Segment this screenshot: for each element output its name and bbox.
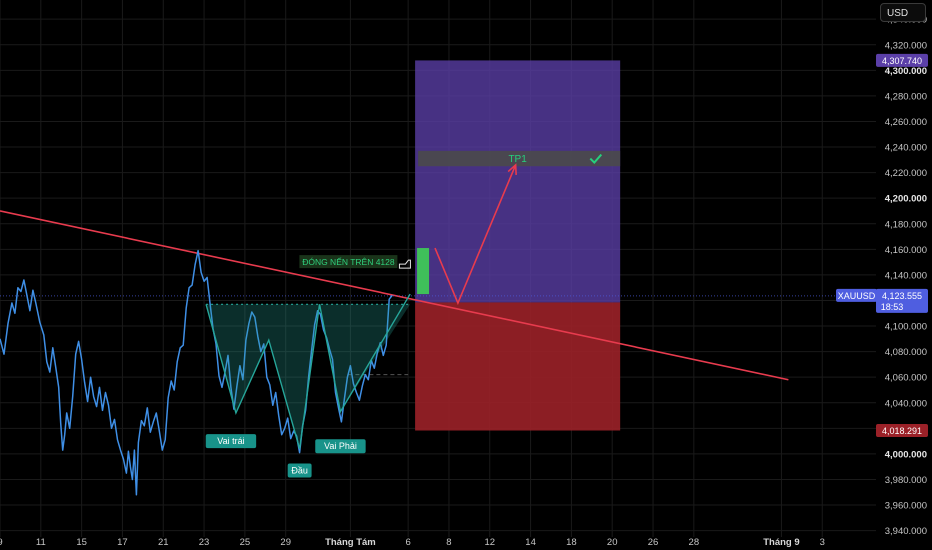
- x-tick-label: Tháng Tám: [325, 537, 376, 548]
- x-tick-label: 21: [158, 537, 169, 548]
- x-tick-label: 6: [405, 537, 410, 548]
- y-tick-label: 4,260.000: [885, 117, 927, 128]
- x-tick-label: 29: [280, 537, 291, 548]
- x-axis[interactable]: 9 11 15 17 21 23 25 29 Tháng Tám 6 8 12 14 18 20 26 28 Th…: [0, 537, 825, 548]
- y-tick-label: 4,200.000: [885, 194, 927, 205]
- y-tick-label: 3,960.000: [885, 501, 927, 512]
- risk-reward-zones: TP1: [415, 60, 621, 431]
- x-tick-label: 26: [648, 537, 659, 548]
- x-tick-label: 14: [525, 537, 536, 548]
- thumbs-up-icon: [398, 259, 411, 269]
- price-chart[interactable]: TP1 Vai trái Đầu Vai Phải ĐÓNG NẾN TRÊN 412…: [0, 0, 932, 550]
- y-tick-label: 4,180.000: [885, 219, 927, 230]
- x-tick-label: 18: [566, 537, 577, 548]
- y-tick-label: 4,300.000: [885, 66, 927, 77]
- x-tick-label: Tháng 9: [763, 537, 799, 548]
- x-tick-label: 15: [76, 537, 87, 548]
- y-tick-label: 4,320.000: [885, 40, 927, 51]
- pattern-fill: [206, 304, 411, 449]
- y-axis[interactable]: 3,940.0003,960.0003,980.0004,000.0004,02…: [836, 15, 928, 537]
- y-tick-label: 3,980.000: [885, 475, 927, 486]
- x-tick-label: 8: [446, 537, 451, 548]
- currency-button[interactable]: USD: [880, 3, 926, 22]
- x-tick-label: 28: [689, 537, 700, 548]
- x-tick-label: 3: [820, 537, 825, 548]
- current-price-value: 4,123.555: [882, 291, 922, 301]
- x-tick-label: 20: [607, 537, 618, 548]
- symbol-tag: XAUUSD: [838, 291, 876, 301]
- x-tick-label: 23: [199, 537, 210, 548]
- resistance-trendline: [0, 210, 789, 381]
- head-shoulders-pattern: [205, 293, 411, 449]
- y-tick-label: 4,060.000: [885, 373, 927, 384]
- tp-label: TP1: [508, 154, 527, 165]
- target-zone: [415, 60, 621, 303]
- pattern-label: Vai trái: [217, 436, 244, 446]
- y-tick-label: 4,100.000: [885, 322, 927, 333]
- y-tick-label: 4,140.000: [885, 270, 927, 281]
- countdown-timer: 18:53: [881, 302, 904, 312]
- x-tick-label: 9: [0, 537, 3, 548]
- entry-candle: [417, 248, 430, 295]
- x-tick-label: 17: [117, 537, 128, 548]
- y-tick-label: 4,280.000: [885, 91, 927, 102]
- pattern-label: Vai Phải: [324, 441, 357, 451]
- y-tick-label: 4,040.000: [885, 398, 927, 409]
- x-tick-label: 25: [240, 537, 251, 548]
- y-tick-label: 4,160.000: [885, 245, 927, 256]
- x-tick-label: 11: [36, 537, 46, 548]
- y-tick-label: 4,240.000: [885, 143, 927, 154]
- y-tick-label: 4,080.000: [885, 347, 927, 358]
- price-tag: 4,018.291: [882, 426, 922, 436]
- y-tick-label: 3,940.000: [885, 526, 927, 537]
- x-tick-label: 12: [484, 537, 495, 548]
- pattern-label: Đầu: [291, 466, 308, 476]
- annotation-text: ĐÓNG NẾN TRÊN 4128: [302, 257, 395, 267]
- y-tick-label: 4,000.000: [885, 449, 927, 460]
- y-tick-label: 4,220.000: [885, 168, 927, 179]
- price-tag: 4,307.740: [882, 56, 922, 66]
